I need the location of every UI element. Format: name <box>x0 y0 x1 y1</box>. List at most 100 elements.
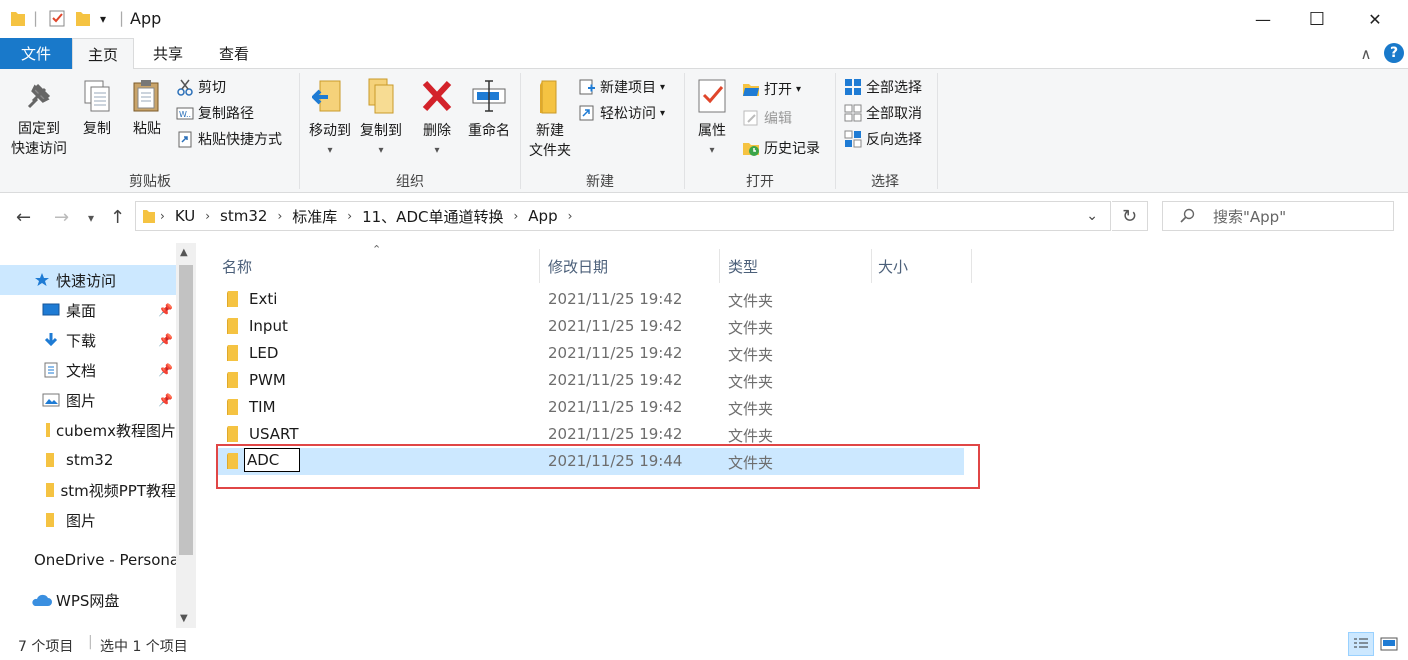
pin-quick-access-button[interactable]: 固定到 快速访问 <box>6 79 72 159</box>
select-none-button[interactable]: 全部取消 <box>844 102 922 124</box>
properties-label: 属性 <box>698 123 726 139</box>
nav-item-quick-access[interactable]: 快速访问 <box>0 265 176 295</box>
new-folder-button[interactable]: 新建 文件夹 <box>524 77 576 161</box>
new-folder-label-2: 文件夹 <box>529 143 571 159</box>
large-icons-view-button[interactable] <box>1376 632 1402 656</box>
forward-arrow-icon[interactable]: → <box>54 207 69 228</box>
paste-button[interactable]: 粘贴 <box>126 79 168 139</box>
nav-item-label: 文档 <box>66 361 97 380</box>
nav-item-onedrive[interactable]: OneDrive - Personal <box>0 545 176 575</box>
paste-shortcut-button[interactable]: 粘贴快捷方式 <box>176 128 282 150</box>
file-name: Input <box>249 317 288 335</box>
select-none-label: 全部取消 <box>866 106 922 122</box>
search-placeholder: 搜索"App" <box>1213 207 1287 226</box>
new-group-label: 新建 <box>586 174 614 190</box>
file-row[interactable]: Exti 2021/11/25 19:42 文件夹 <box>216 286 964 313</box>
scroll-down-icon[interactable]: ▼ <box>180 613 188 624</box>
breadcrumb-separator[interactable]: › <box>277 209 282 223</box>
ribbon-tabs: 文件 主页 共享 查看 ∧ ? <box>0 38 1408 70</box>
breadcrumb-item[interactable]: 标准库 <box>292 206 337 227</box>
breadcrumb-item[interactable]: KU <box>175 207 195 225</box>
breadcrumb-item[interactable]: stm32 <box>220 207 267 225</box>
move-to-button[interactable]: 移动到 ▾ <box>304 77 356 161</box>
copy-to-button[interactable]: 复制到 ▾ <box>356 77 406 161</box>
folder-icon <box>46 453 54 467</box>
details-view-button[interactable] <box>1348 632 1374 656</box>
refresh-button[interactable]: ↻ <box>1112 201 1148 231</box>
close-button[interactable]: ✕ <box>1348 0 1402 38</box>
nav-scrollbar[interactable]: ▲ ▼ <box>176 243 196 628</box>
ribbon-collapse-icon[interactable]: ∧ <box>1356 38 1376 69</box>
column-header-type[interactable]: 类型 <box>722 249 872 283</box>
divider <box>937 73 938 189</box>
nav-item-downloads[interactable]: 下载 📌 <box>0 325 176 355</box>
breadcrumb-item[interactable]: App <box>528 207 557 225</box>
column-header-name[interactable]: 名称 <box>216 249 540 283</box>
select-all-button[interactable]: 全部选择 <box>844 76 922 98</box>
breadcrumb-separator[interactable]: › <box>568 209 573 223</box>
nav-item-folder[interactable]: stm视频PPT教程 <box>0 475 176 505</box>
column-header-modified[interactable]: 修改日期 <box>542 249 720 283</box>
easy-access-button[interactable]: 轻松访问 ▾ <box>578 102 665 124</box>
maximize-button[interactable]: ☐ <box>1290 0 1344 38</box>
qa-dropdown-icon[interactable]: ▾ <box>100 12 106 26</box>
search-box[interactable]: 搜索"App" <box>1162 201 1394 231</box>
scroll-up-icon[interactable]: ▲ <box>180 247 188 258</box>
file-row[interactable]: PWM 2021/11/25 19:42 文件夹 <box>216 367 964 394</box>
pin-icon[interactable]: 📌 <box>158 333 173 347</box>
nav-item-label: OneDrive - Personal <box>34 551 176 569</box>
delete-button[interactable]: 删除 ▾ <box>416 77 458 161</box>
tab-view[interactable]: 查看 <box>204 38 264 69</box>
breadcrumb-separator[interactable]: › <box>205 209 210 223</box>
open-button[interactable]: 打开 ▾ <box>742 78 801 100</box>
column-header-size[interactable]: 大小 <box>872 249 972 283</box>
select-none-icon <box>844 104 862 122</box>
rename-button[interactable]: 重命名 <box>462 77 516 141</box>
address-dropdown-icon[interactable]: ⌄ <box>1086 208 1098 224</box>
help-icon[interactable]: ? <box>1384 43 1404 63</box>
new-folder-qa-icon[interactable] <box>75 9 91 27</box>
nav-item-desktop[interactable]: 桌面 📌 <box>0 295 176 325</box>
tab-file[interactable]: 文件 <box>0 38 72 69</box>
new-item-button[interactable]: 新建项目 ▾ <box>578 76 665 98</box>
nav-item-folder[interactable]: cubemx教程图片 <box>0 415 176 445</box>
back-arrow-icon[interactable]: ← <box>16 207 31 228</box>
nav-item-pictures[interactable]: 图片 📌 <box>0 385 176 415</box>
nav-item-folder[interactable]: 图片 <box>0 505 176 535</box>
nav-item-folder[interactable]: stm32 <box>0 445 176 475</box>
file-row[interactable]: LED 2021/11/25 19:42 文件夹 <box>216 340 964 367</box>
copy-button[interactable]: 复制 <box>76 79 118 139</box>
breadcrumb-separator[interactable]: › <box>347 209 352 223</box>
edit-button[interactable]: 编辑 <box>742 107 792 129</box>
breadcrumb-item[interactable]: 11、ADC单通道转换 <box>362 206 503 227</box>
column-header-label: 类型 <box>728 257 759 276</box>
pin-icon[interactable]: 📌 <box>158 393 173 407</box>
up-arrow-icon[interactable]: ↑ <box>110 207 125 228</box>
file-row[interactable]: TIM 2021/11/25 19:42 文件夹 <box>216 394 964 421</box>
address-bar[interactable]: › KU › stm32 › 标准库 › 11、ADC单通道转换 › App ›… <box>135 201 1111 231</box>
selected-count: 选中 1 个项目 <box>100 639 188 655</box>
properties-button[interactable]: 属性 ▾ <box>690 77 734 161</box>
tab-home[interactable]: 主页 <box>72 38 134 70</box>
tab-share[interactable]: 共享 <box>140 38 196 69</box>
properties-qa-icon[interactable] <box>48 9 66 27</box>
breadcrumb-separator[interactable]: › <box>513 209 518 223</box>
invert-selection-button[interactable]: 反向选择 <box>844 128 922 150</box>
nav-item-documents[interactable]: 文档 📌 <box>0 355 176 385</box>
history-button[interactable]: 历史记录 <box>742 137 820 159</box>
item-count: 7 个项目 <box>18 639 74 655</box>
file-row[interactable]: Input 2021/11/25 19:42 文件夹 <box>216 313 964 340</box>
new-folder-icon <box>540 80 557 114</box>
pin-icon[interactable]: 📌 <box>158 303 173 317</box>
nav-item-label: stm视频PPT教程 <box>60 481 176 500</box>
scrollbar-thumb[interactable] <box>179 265 193 555</box>
nav-item-wps[interactable]: WPS网盘 <box>0 585 176 615</box>
cut-button[interactable]: 剪切 <box>176 76 226 98</box>
pin-icon[interactable]: 📌 <box>158 363 173 377</box>
delete-label: 删除 <box>423 123 451 139</box>
copy-path-button[interactable]: W.. 复制路径 <box>176 102 254 124</box>
minimize-button[interactable]: — <box>1236 0 1290 38</box>
recent-locations-icon[interactable]: ▾ <box>88 211 94 225</box>
star-icon <box>35 273 49 286</box>
breadcrumb-separator[interactable]: › <box>160 209 165 223</box>
